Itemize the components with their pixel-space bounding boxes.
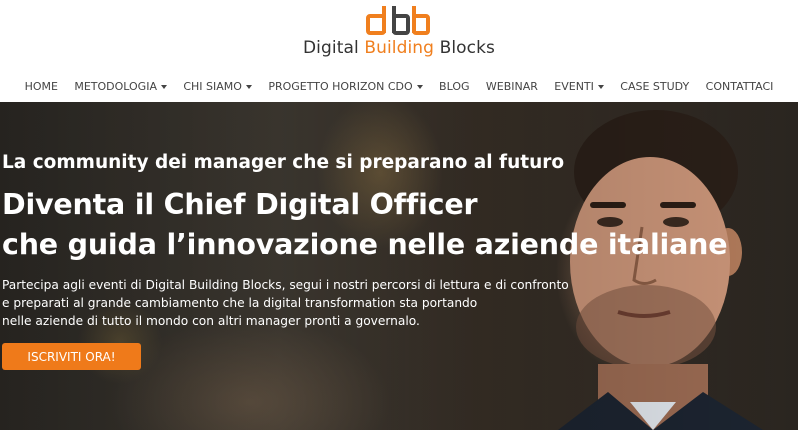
- hero-headline-line2: che guida l’innovazione nelle aziende it…: [2, 228, 728, 261]
- nav-label: HOME: [24, 80, 58, 93]
- nav-label: WEBINAR: [485, 80, 538, 93]
- nav-label: METODOLOGIA: [74, 80, 157, 93]
- hero-tagline: La community dei manager che si preparan…: [2, 152, 565, 173]
- nav-item-metodologia[interactable]: METODOLOGIA: [66, 80, 175, 93]
- desc-line: nelle aziende di tutto il mondo con altr…: [2, 314, 420, 328]
- main-nav: HOME METODOLOGIA CHI SIAMO PROGETTO HORI…: [0, 80, 798, 93]
- nav-item-blog[interactable]: BLOG: [431, 80, 478, 93]
- site-logo[interactable]: Digital Building Blocks: [0, 4, 798, 58]
- site-name-part2: Blocks: [434, 38, 496, 58]
- headline-prefix: Diventa il: [2, 188, 164, 221]
- subscribe-button[interactable]: ISCRIVITI ORA!: [2, 343, 141, 370]
- hero-headline-line1: Diventa il Chief Digital Officer: [2, 188, 478, 221]
- site-name-accent: Building: [364, 38, 435, 58]
- nav-item-eventi[interactable]: EVENTI: [546, 80, 612, 93]
- nav-item-home[interactable]: HOME: [16, 80, 66, 93]
- hero-description: Partecipa agli eventi di Digital Buildin…: [2, 276, 642, 330]
- site-header: Digital Building Blocks HOME METODOLOGIA…: [0, 0, 798, 102]
- caret-down-icon: [416, 84, 423, 89]
- nav-label: EVENTI: [554, 80, 594, 93]
- nav-item-case-study[interactable]: CASE STUDY: [612, 80, 697, 93]
- hero-banner: La community dei manager che si preparan…: [0, 102, 798, 430]
- desc-line: e preparati al grande cambiamento che la…: [2, 296, 478, 310]
- site-name-part1: Digital: [302, 38, 365, 58]
- nav-item-progetto-horizon[interactable]: PROGETTO HORIZON CDO: [260, 80, 431, 93]
- nav-item-chi-siamo[interactable]: CHI SIAMO: [175, 80, 260, 93]
- caret-down-icon: [245, 84, 252, 89]
- nav-label: CHI SIAMO: [183, 80, 242, 93]
- desc-line: Partecipa agli eventi di Digital Buildin…: [2, 278, 569, 292]
- nav-label: BLOG: [439, 80, 470, 93]
- site-name: Digital Building Blocks: [0, 38, 798, 58]
- nav-item-webinar[interactable]: WEBINAR: [478, 80, 546, 93]
- nav-label: CONTATTACI: [705, 80, 774, 93]
- caret-down-icon: [160, 84, 167, 89]
- headline-bold: Chief Digital Officer: [163, 188, 478, 221]
- nav-label: CASE STUDY: [620, 80, 690, 93]
- caret-down-icon: [597, 84, 604, 89]
- nav-label: PROGETTO HORIZON CDO: [268, 80, 413, 93]
- dbb-logo-icon: [366, 6, 430, 35]
- nav-item-contattaci[interactable]: CONTATTACI: [697, 80, 781, 93]
